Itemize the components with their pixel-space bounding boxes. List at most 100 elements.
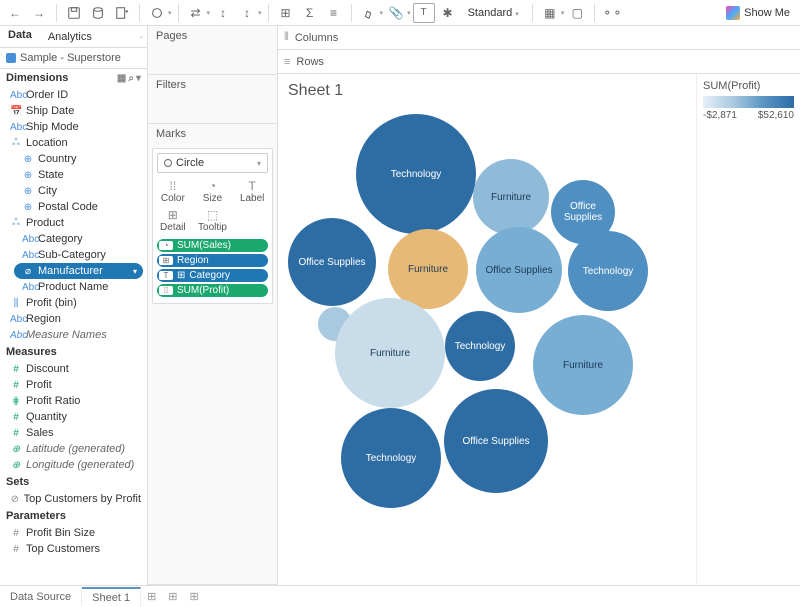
- legend-max: $52,610: [758, 110, 794, 121]
- color-button[interactable]: ⁞⁞Color: [153, 177, 193, 206]
- bubble-mark[interactable]: Office Supplies: [476, 227, 562, 313]
- save-button[interactable]: [63, 3, 85, 23]
- field-ship-date[interactable]: 📅Ship Date: [0, 103, 147, 119]
- field-profit-bin[interactable]: ⫼Profit (bin): [0, 295, 147, 311]
- add-sheet-button[interactable]: [111, 3, 133, 23]
- field-profit-ratio[interactable]: ⋕Profit Ratio: [0, 393, 147, 409]
- clear-button[interactable]: [146, 3, 168, 23]
- field-ship-mode[interactable]: AbcShip Mode: [0, 119, 147, 135]
- dimensions-header: Dimensions ▦⌕▾: [0, 69, 147, 87]
- bubble-mark[interactable]: Furniture: [533, 315, 633, 415]
- share-button[interactable]: ⚬⚬: [601, 3, 623, 23]
- size-button[interactable]: ◔Size: [193, 177, 233, 206]
- filters-shelf[interactable]: Filters: [148, 75, 277, 95]
- field-city[interactable]: ⊕City: [0, 183, 147, 199]
- columns-shelf[interactable]: ⦀Columns: [278, 26, 800, 50]
- text-button[interactable]: T: [413, 3, 435, 23]
- field-quantity[interactable]: #Quantity: [0, 409, 147, 425]
- pages-shelf[interactable]: Pages: [148, 26, 277, 46]
- cards-column: Pages Filters Marks Circle ▾ ⁞⁞Color ◔Si…: [148, 26, 278, 585]
- tooltip-button[interactable]: ⬚Tooltip: [193, 206, 233, 235]
- data-source[interactable]: Sample - Superstore: [0, 48, 147, 69]
- color-legend[interactable]: SUM(Profit) -$2,871 $52,610: [696, 74, 800, 585]
- measures-header: Measures: [0, 343, 147, 361]
- field-state[interactable]: ⊕State: [0, 167, 147, 183]
- field-manufacturer[interactable]: ⌀Manufacturer: [14, 263, 143, 279]
- bubble-mark[interactable]: Furniture: [388, 229, 468, 309]
- chart-canvas[interactable]: TechnologyFurnitureOffice SuppliesOffice…: [278, 108, 696, 585]
- sets-header: Sets: [0, 473, 147, 491]
- field-measure-names[interactable]: AbcMeasure Names: [0, 327, 147, 343]
- fit-dropdown[interactable]: Standard ▾: [461, 6, 526, 20]
- pill-category[interactable]: T⊞ Category: [157, 269, 268, 282]
- highlight-button[interactable]: [358, 3, 380, 23]
- labels-button[interactable]: ≡: [323, 3, 345, 23]
- swap-button[interactable]: ⇄: [185, 3, 207, 23]
- rows-shelf[interactable]: ≡Rows: [278, 50, 800, 74]
- new-story-button[interactable]: ⊞: [184, 587, 205, 606]
- field-category[interactable]: AbcCategory: [0, 231, 147, 247]
- presentation-button[interactable]: ▢: [566, 3, 588, 23]
- show-me-button[interactable]: Show Me: [720, 6, 796, 20]
- new-datasource-button[interactable]: [87, 3, 109, 23]
- new-dashboard-button[interactable]: ⊞: [162, 587, 183, 606]
- field-top-customers[interactable]: #Top Customers: [0, 541, 147, 557]
- field-top-customers-profit[interactable]: ⊘Top Customers by Profit: [0, 491, 147, 507]
- bubble-mark[interactable]: Office Supplies: [444, 389, 548, 493]
- marks-shelf: Marks: [148, 124, 277, 144]
- group-button[interactable]: ⊞: [275, 3, 297, 23]
- bubble-mark[interactable]: Technology: [356, 114, 476, 234]
- data-source-tab[interactable]: Data Source: [0, 588, 82, 606]
- field-region[interactable]: AbcRegion: [0, 311, 147, 327]
- new-worksheet-button[interactable]: ⊞: [141, 587, 162, 606]
- bubble-mark[interactable]: Technology: [341, 408, 441, 508]
- field-profit[interactable]: #Profit: [0, 377, 147, 393]
- pill-region[interactable]: ⊞Region: [157, 254, 268, 267]
- detail-icon: ⊞: [155, 208, 191, 222]
- bubble-mark[interactable]: Technology: [445, 311, 515, 381]
- search-icon[interactable]: ⌕: [128, 73, 134, 84]
- detail-button[interactable]: ⊞Detail: [153, 206, 193, 235]
- sheet-title[interactable]: Sheet 1: [278, 74, 696, 108]
- field-sub-category[interactable]: AbcSub-Category: [0, 247, 147, 263]
- viz-area: ⦀Columns ≡Rows Sheet 1 TechnologyFurnitu…: [278, 26, 800, 585]
- sort-asc-button[interactable]: ↕: [212, 3, 234, 23]
- pin-button[interactable]: 📎: [385, 3, 407, 23]
- field-product-name[interactable]: AbcProduct Name: [0, 279, 147, 295]
- sort-desc-button[interactable]: ↕: [236, 3, 258, 23]
- bubble-mark[interactable]: Furniture: [335, 298, 445, 408]
- fix-axes-button[interactable]: ✱: [437, 3, 459, 23]
- back-button[interactable]: ←: [4, 3, 26, 23]
- field-location[interactable]: ஃLocation: [0, 135, 147, 151]
- forward-button[interactable]: →: [28, 3, 50, 23]
- field-latitude[interactable]: ⊕Latitude (generated): [0, 441, 147, 457]
- bubble-mark[interactable]: Technology: [568, 231, 648, 311]
- field-profit-bin-size[interactable]: #Profit Bin Size: [0, 525, 147, 541]
- label-button[interactable]: TLabel: [232, 177, 272, 206]
- totals-button[interactable]: Σ: [299, 3, 321, 23]
- field-country[interactable]: ⊕Country: [0, 151, 147, 167]
- analytics-tab[interactable]: Analytics◦: [40, 26, 147, 47]
- field-sales[interactable]: #Sales: [0, 425, 147, 441]
- tooltip-icon: ⬚: [195, 208, 231, 222]
- field-product[interactable]: ஃProduct: [0, 215, 147, 231]
- bubble-mark[interactable]: Furniture: [473, 159, 549, 235]
- view-icon[interactable]: ▦: [117, 73, 126, 84]
- field-discount[interactable]: #Discount: [0, 361, 147, 377]
- bubble-mark[interactable]: Office Supplies: [288, 218, 376, 306]
- field-order-id[interactable]: AbcOrder ID: [0, 87, 147, 103]
- cards-button[interactable]: ▦: [539, 3, 561, 23]
- show-me-icon: [726, 6, 740, 20]
- mark-type-dropdown[interactable]: Circle ▾: [157, 153, 268, 173]
- rows-icon: ≡: [284, 56, 290, 68]
- pill-sum-sales[interactable]: ◔SUM(Sales): [157, 239, 268, 252]
- field-longitude[interactable]: ⊕Longitude (generated): [0, 457, 147, 473]
- parameters-header: Parameters: [0, 507, 147, 525]
- label-icon: T: [234, 179, 270, 193]
- field-postal-code[interactable]: ⊕Postal Code: [0, 199, 147, 215]
- toolbar: ← → ▾ ⇄ ▾ ↕ ↕ ▾ ⊞ Σ ≡ ▾ 📎 ▾ T ✱ Standard…: [0, 0, 800, 26]
- pill-sum-profit[interactable]: ⁞⁞SUM(Profit): [157, 284, 268, 297]
- color-icon: ⁞⁞: [155, 179, 191, 193]
- sheet1-tab[interactable]: Sheet 1: [82, 587, 141, 607]
- data-tab[interactable]: Data: [0, 26, 40, 47]
